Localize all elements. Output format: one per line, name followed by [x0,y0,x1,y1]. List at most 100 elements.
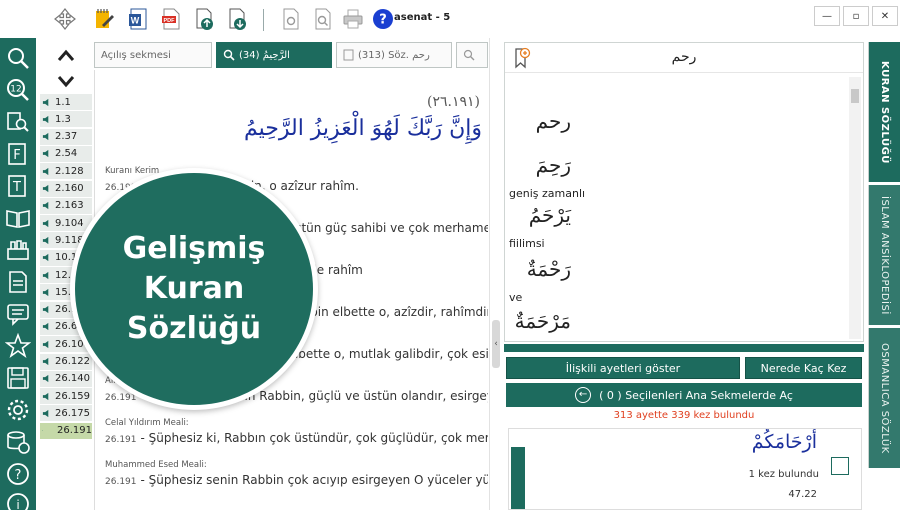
database-icon[interactable] [4,428,32,456]
verse-number: 26.175 [55,407,90,419]
meal-verse-number: 26.191 [105,477,137,487]
verse-list-item[interactable]: 9.104 [40,215,92,232]
tab-bar: Açılış sekmesi (34) الرَّحِيمُ (313) Söz… [94,42,488,68]
open-selected-button[interactable]: ← ( 0 ) Seçilenleri Ana Sekmelerde Aç [506,383,862,407]
book-search-icon[interactable] [4,108,32,136]
svg-text:PDF: PDF [164,18,176,24]
search-page-icon[interactable] [312,7,334,31]
word-export-icon[interactable]: W [127,7,149,31]
download-icon[interactable] [226,7,248,31]
verse-list-item[interactable]: 26.140 [40,370,92,387]
books-icon[interactable] [4,204,32,232]
show-related-verses-button[interactable]: İlişkili ayetleri göster [506,357,740,379]
verse-reference: (٢٦.١٩١) [427,94,480,110]
svg-text:T: T [12,180,21,195]
star-icon[interactable] [4,332,32,360]
meal-body: Şüphesiz ki, Rabbın çok üstündür, çok gü… [148,431,488,445]
tab-acilis[interactable]: Açılış sekmesi [94,42,212,68]
app-window: W PDF ? asenat - 5 — ▫ ✕ 12 F T ? i 1.1 … [0,0,900,510]
dictionary-scrollbar[interactable] [849,77,861,339]
pdf-export-icon[interactable]: PDF [160,7,182,31]
verse-list-item[interactable]: 2.163 [40,197,92,214]
tab-search-extra[interactable] [456,42,488,68]
minimize-button[interactable]: — [814,6,840,26]
dictionary-arabic-form: رَحِمَ [535,153,571,177]
speaker-icon [42,375,49,383]
dictionary-root-word: رحم [671,49,697,65]
scroll-down-arrow-icon[interactable] [56,72,76,90]
close-button[interactable]: ✕ [872,6,898,26]
speaker-icon [42,357,49,366]
arabic-verse: وَإِنَّ رَبَّكَ لَهُوَ الْعَزِيزُ الرَّح… [243,116,482,141]
verse-list-item[interactable]: 2.54 [40,145,92,162]
svg-text:?: ? [379,13,387,28]
where-how-many-button[interactable]: Nerede Kaç Kez [745,357,862,379]
scroll-up-arrow-icon[interactable] [56,46,76,64]
result-count: 1 kez bulundu [748,469,819,480]
meal-verse-number: 26.191 [105,393,137,403]
help-icon[interactable]: ? [4,460,32,488]
verse-list-item[interactable]: 26.191 [40,422,92,439]
dictionary-divider-bar[interactable] [504,344,864,352]
upload-icon[interactable] [193,7,215,31]
edit-note-icon[interactable] [93,7,115,31]
panel-splitter[interactable]: ‹ [489,38,501,510]
print-icon[interactable] [342,7,364,31]
tab-osmanlica-sozluk[interactable]: OSMANLICA SÖZLÜK [868,328,900,468]
speaker-icon [42,254,49,262]
verse-list-item[interactable]: 2.160 [40,180,92,197]
verse-list-item[interactable]: 26.122 [40,353,92,370]
info-icon[interactable]: i [4,490,32,510]
tab-islam-ansiklopedisi[interactable]: İSLAM ANSİKLOPEDİSİ [868,185,900,325]
library-icon[interactable] [4,236,32,264]
save-icon[interactable] [4,364,32,392]
collapse-handle-icon[interactable]: ‹ [492,320,500,368]
verse-list-item[interactable]: 2.37 [40,128,92,145]
help-button[interactable]: ? [372,7,394,31]
tab-rahim-search[interactable]: (34) الرَّحِيمُ [216,42,332,68]
meal-separator: - [140,431,149,445]
verse-list-item[interactable]: 1.1 [40,94,92,110]
comment-icon[interactable] [4,300,32,328]
results-side-strip[interactable] [511,447,525,509]
meal-verse-number: 26.191 [105,435,137,445]
fihrist-icon[interactable]: F [4,140,32,168]
speaker-icon [42,288,49,296]
settings-page-icon[interactable] [280,7,302,31]
speaker-icon [42,392,49,400]
speaker-icon [42,202,49,210]
speaker-icon [42,115,49,123]
speaker-icon [42,323,49,331]
speaker-icon [42,150,49,158]
back-arrow-icon: ← [575,387,592,403]
verse-number: 26.159 [55,390,90,402]
verse-list-item[interactable]: 2.128 [40,163,92,180]
tab-kuran-sozlugu[interactable]: KURAN SÖZLÜĞÜ [868,42,900,182]
verse-number: 26.140 [55,373,90,385]
settings-icon[interactable] [4,396,32,424]
tab-rhm-dictionary[interactable]: (313) Söz. رحم [336,42,452,68]
number-search-icon[interactable]: 12 [4,76,32,104]
results-list: أَرْحَامَكُمْ 1 kez bulundu 47.22 [508,428,862,510]
verse-list-item[interactable]: 1.3 [40,111,92,128]
verse-number: 26.122 [55,356,90,367]
meal-author-name: Muhammed Esed Meali: [105,460,207,470]
maximize-button[interactable]: ▫ [843,6,869,26]
notes-icon[interactable] [4,268,32,296]
result-checkbox[interactable] [831,457,849,475]
left-icon-rail: 12 F T ? i [0,38,36,510]
move-icon[interactable] [54,7,76,31]
meal-author-name: Celal Yıldırım Meali: [105,418,189,428]
dictionary-arabic-form: رحم [535,109,571,133]
badge-line: Gelişmiş [122,231,266,266]
verse-number: 2.37 [55,131,78,143]
speaker-icon [42,98,49,106]
text-icon[interactable]: T [4,172,32,200]
speaker-icon [42,271,49,279]
dictionary-form-note: fiilimsi [509,237,545,250]
verse-list-item[interactable]: 26.159 [40,388,92,405]
verse-number: 9.104 [55,217,84,229]
svg-text:?: ? [15,468,22,483]
search-icon[interactable] [4,44,32,72]
verse-list-item[interactable]: 26.175 [40,405,92,422]
